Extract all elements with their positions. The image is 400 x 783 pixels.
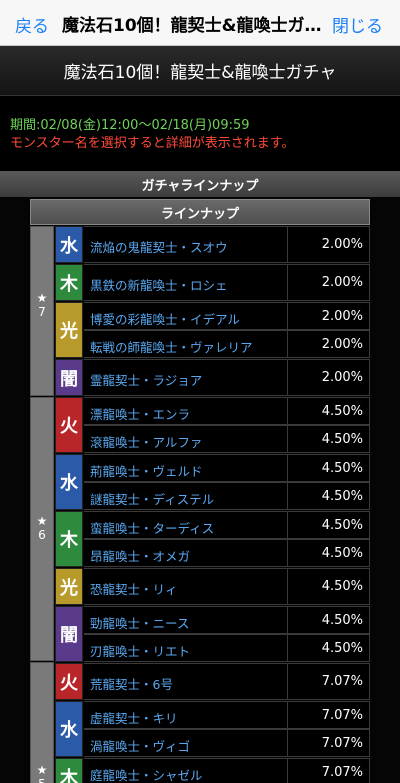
monster-name-link[interactable]: 謎龍契士・ディステル	[90, 489, 214, 508]
monster-row[interactable]: 謎龍契士・ディステル 4.50%	[84, 482, 370, 510]
monster-name-link[interactable]: 黒鉄の新龍喚士・ロシェ	[90, 275, 228, 294]
rate-value: 4.50%	[287, 426, 369, 452]
monster-name-link[interactable]: 虚龍契士・キリ	[90, 708, 178, 727]
monster-name-link[interactable]: 転戦の師龍喚士・ヴァレリア	[90, 337, 253, 356]
star-7-label: ★ 7	[36, 291, 48, 319]
star-6-label: ★ 6	[36, 514, 48, 542]
attr-light-block: 光	[55, 568, 83, 605]
rate-value: 4.50%	[287, 512, 369, 538]
rate-value: 4.50%	[287, 398, 369, 424]
attr-water-block: 水	[55, 701, 83, 757]
attr-water-block: 水	[55, 454, 83, 510]
star-5-label: ★ 5	[36, 763, 48, 783]
monster-row[interactable]: 荒龍契士・6号 7.07%	[84, 663, 370, 700]
attr-dark-block: 闇	[55, 606, 83, 662]
table-header: ラインナップ	[30, 199, 370, 225]
monster-row[interactable]: 恐龍契士・リィ 4.50%	[84, 568, 370, 605]
monster-name-link[interactable]: 滾龍喚士・アルファ	[90, 432, 202, 451]
rate-value: 7.07%	[287, 702, 369, 728]
rate-value: 4.50%	[287, 455, 369, 481]
monster-row[interactable]: 刃龍喚士・リエト 4.50%	[84, 634, 370, 662]
monster-name-link[interactable]: 恐龍契士・リィ	[90, 579, 178, 598]
rate-value: 4.50%	[287, 540, 369, 566]
rate-value: 2.00%	[287, 331, 369, 357]
monster-row[interactable]: 蛮龍喚士・ターディス 4.50%	[84, 511, 370, 539]
rate-value: 4.50%	[287, 607, 369, 633]
monster-row[interactable]: 漂龍喚士・エンラ 4.50%	[84, 397, 370, 425]
monster-name-link[interactable]: 蛮龍喚士・ターディス	[90, 518, 214, 537]
monster-name-link[interactable]: 霊龍契士・ラジョア	[90, 370, 202, 389]
attr-wood-block: 木	[55, 511, 83, 567]
monster-name-link[interactable]: 庭龍喚士・シャゼル	[90, 765, 203, 783]
monster-name-link[interactable]: 昂龍喚士・オメガ	[90, 546, 190, 565]
monster-name-link[interactable]: 勁龍喚士・ニース	[90, 613, 189, 632]
monster-row[interactable]: 昂龍喚士・オメガ 4.50%	[84, 539, 370, 567]
back-button[interactable]: 戻る	[15, 12, 49, 37]
attr-fire-block: 火	[55, 663, 83, 700]
close-button[interactable]: 閉じる	[332, 12, 383, 37]
monster-name-link[interactable]: 流焔の鬼龍契士・スオウ	[90, 237, 228, 256]
page-title: 魔法石10個！龍契士&龍喚士ガチャ	[0, 46, 400, 96]
star-5-group: ★ 5	[30, 662, 54, 783]
rate-value: 7.07%	[287, 730, 369, 756]
rate-value: 4.50%	[287, 483, 369, 509]
rate-value: 2.00%	[287, 227, 369, 262]
attr-light-block: 光	[55, 302, 83, 358]
section-title-lineup: ガチャラインナップ	[0, 171, 400, 197]
star-7-group: ★ 7	[30, 226, 54, 396]
attr-wood-block: 木	[55, 758, 83, 783]
monster-name-link[interactable]: 荊龍喚士・ヴェルド	[90, 461, 203, 480]
rate-value: 7.07%	[287, 664, 369, 699]
attr-wood-block: 木	[55, 264, 83, 301]
rate-value: 2.00%	[287, 360, 369, 395]
monster-row[interactable]: 滾龍喚士・アルファ 4.50%	[84, 425, 370, 453]
monster-name-link[interactable]: 漂龍喚士・エンラ	[90, 404, 190, 423]
attr-water-block: 水	[55, 226, 83, 263]
rate-value: 4.50%	[287, 635, 369, 661]
monster-name-link[interactable]: 刃龍喚士・リエト	[90, 641, 190, 660]
navigation-bar: 戻る 魔法石10個！龍契士&龍喚士ガチャ 閉じる	[0, 0, 400, 46]
monster-name-link[interactable]: 荒龍契士・6号	[90, 674, 173, 693]
monster-row[interactable]: 黒鉄の新龍喚士・ロシェ 2.00%	[84, 264, 370, 301]
monster-row[interactable]: 虚龍契士・キリ 7.07%	[84, 701, 370, 729]
monster-row[interactable]: 渦龍喚士・ヴィゴ 7.07%	[84, 729, 370, 757]
monster-row[interactable]: 勁龍喚士・ニース 4.50%	[84, 606, 370, 634]
gacha-period: 期間:02/08(金)12:00〜02/18(月)09:59	[10, 118, 250, 133]
window-title: 魔法石10個！龍契士&龍喚士ガチャ	[62, 16, 324, 36]
monster-name-link[interactable]: 渦龍喚士・ヴィゴ	[90, 736, 190, 755]
page-content: 魔法石10個！龍契士&龍喚士ガチャ 期間:02/08(金)12:00〜02/18…	[0, 46, 400, 783]
rate-value: 2.00%	[287, 265, 369, 300]
monster-row[interactable]: 博愛の彩龍喚士・イデアル 2.00%	[84, 302, 370, 330]
monster-row[interactable]: 荊龍喚士・ヴェルド 4.50%	[84, 454, 370, 482]
monster-name-link[interactable]: 博愛の彩龍喚士・イデアル	[90, 309, 240, 328]
rate-value: 7.07%	[287, 759, 369, 783]
attr-fire-block: 火	[55, 397, 83, 453]
attr-dark-block: 闇	[55, 359, 83, 396]
instruction-note: モンスター名を選択すると詳細が表示されます。	[10, 136, 295, 151]
monster-row[interactable]: 流焔の鬼龍契士・スオウ 2.00%	[84, 226, 370, 263]
star-6-group: ★ 6	[30, 397, 54, 661]
monster-row[interactable]: 霊龍契士・ラジョア 2.00%	[84, 359, 370, 396]
monster-row[interactable]: 転戦の師龍喚士・ヴァレリア 2.00%	[84, 330, 370, 358]
rate-value: 2.00%	[287, 303, 369, 329]
rate-value: 4.50%	[287, 569, 369, 604]
monster-row[interactable]: 庭龍喚士・シャゼル 7.07%	[84, 758, 370, 783]
